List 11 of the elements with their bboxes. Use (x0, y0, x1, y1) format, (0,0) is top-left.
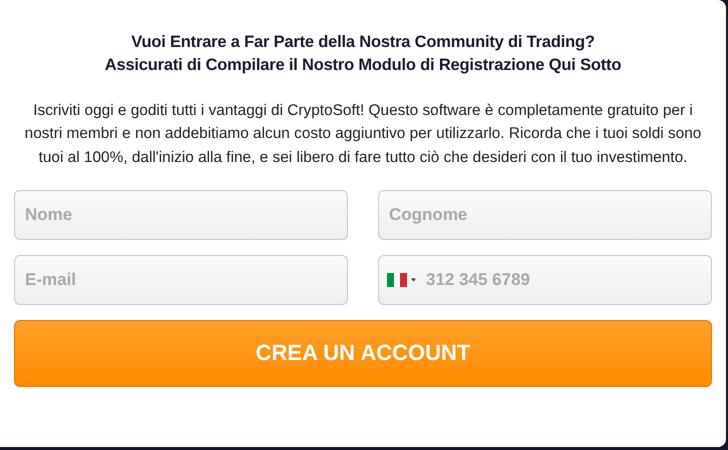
form-heading: Assicurati di Compilare il Nostro Modulo di Registrazione Qui Sotto (104, 55, 622, 76)
intro-paragraph: Iscriviti oggi e goditi tutti i vantaggi di CryptoSoft! Questo software è completamente gratuito per i nostri membri e non addebitiamo alcun costo aggiuntivo per utilizzarlo. Ricorda che i tuoi soldi sono tuoi al 100%, dall'inizio alla fine, e sei libero di fare tutto ciò che desideri con il tuo investimento. (24, 101, 702, 168)
text-field[interactable]: Cognome (378, 190, 712, 240)
caret-icon[interactable] (411, 278, 416, 282)
form-heading: Vuoi Entrare a Far Parte della Nostra Community di Trading? (131, 32, 595, 53)
create-account-button[interactable]: CREA UN ACCOUNT (14, 320, 712, 387)
email-field[interactable]: E-mail (14, 254, 348, 305)
phone-field[interactable]: 312 345 6789 (378, 254, 712, 305)
text-field[interactable]: Nome (14, 190, 348, 240)
flag-icon[interactable] (387, 272, 407, 287)
phone-number-input[interactable]: 312 345 6789 (426, 264, 701, 295)
